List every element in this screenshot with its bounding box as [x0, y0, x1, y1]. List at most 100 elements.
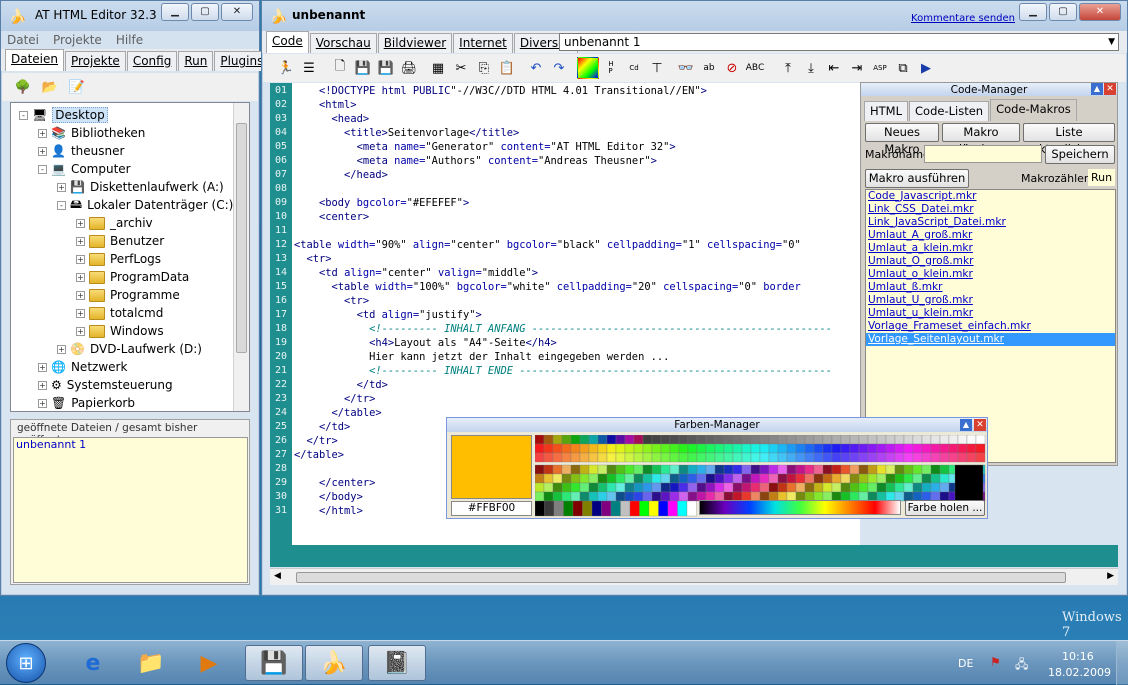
- macro-list-item[interactable]: Umlaut_o_klein.mkr: [866, 268, 1115, 281]
- palette-swatch[interactable]: [921, 464, 932, 475]
- palette-swatch[interactable]: [651, 435, 662, 445]
- palette-swatch[interactable]: [660, 464, 671, 475]
- palette-swatch[interactable]: [849, 464, 860, 475]
- palette-swatch[interactable]: [579, 452, 590, 463]
- palette-swatch[interactable]: [642, 452, 653, 463]
- palette-swatch[interactable]: [687, 473, 698, 484]
- code-line[interactable]: <!--------- INHALT ENDE ----------------…: [294, 364, 832, 378]
- palette-swatch[interactable]: [642, 473, 653, 484]
- palette-swatch[interactable]: [615, 435, 626, 445]
- palette-swatch[interactable]: [651, 491, 662, 502]
- new-document-icon[interactable]: 🗋: [329, 57, 351, 79]
- palette-swatch[interactable]: [858, 482, 869, 493]
- align-bottom-icon[interactable]: ⤓: [800, 57, 822, 79]
- color-manager-titlebar[interactable]: Farben-Manager ▲ ✕: [447, 418, 987, 432]
- palette-swatch[interactable]: [795, 435, 806, 445]
- palette-swatch[interactable]: [588, 443, 599, 454]
- palette-swatch[interactable]: [591, 500, 602, 517]
- palette-swatch[interactable]: [651, 473, 662, 484]
- palette-swatch[interactable]: [849, 452, 860, 463]
- palette-swatch[interactable]: [768, 473, 779, 484]
- code-line[interactable]: <h4>Layout als "A4"-Seite</h4>: [294, 336, 557, 350]
- expand-tree-icon[interactable]: +: [38, 146, 47, 156]
- palette-swatch[interactable]: [939, 464, 950, 475]
- palette-swatch[interactable]: [822, 435, 833, 445]
- palette-swatch[interactable]: [741, 464, 752, 475]
- menu-datei[interactable]: Datei: [7, 33, 39, 47]
- palette-swatch[interactable]: [831, 435, 842, 445]
- palette-swatch[interactable]: [687, 443, 698, 454]
- palette-swatch[interactable]: [705, 464, 716, 475]
- save-macro-button[interactable]: Speichern: [1045, 145, 1115, 164]
- html-php-basic-icon[interactable]: HP: [600, 57, 622, 79]
- palette-swatch[interactable]: [570, 482, 581, 493]
- tree-item[interactable]: + 🗑 Papierkorb: [38, 394, 135, 412]
- run-icon[interactable]: 🏃: [275, 57, 297, 79]
- palette-swatch[interactable]: [957, 452, 968, 463]
- palette-swatch[interactable]: [966, 452, 977, 463]
- palette-swatch[interactable]: [867, 452, 878, 463]
- tree-item[interactable]: + 👤 theusner: [38, 142, 124, 160]
- expand-tree-icon[interactable]: +: [76, 218, 85, 228]
- palette-swatch[interactable]: [840, 464, 851, 475]
- palette-swatch[interactable]: [588, 482, 599, 493]
- tree-item[interactable]: + Programme: [76, 286, 180, 304]
- palette-swatch[interactable]: [759, 443, 770, 454]
- palette-swatch[interactable]: [624, 491, 635, 502]
- palette-swatch[interactable]: [858, 443, 869, 454]
- palette-swatch[interactable]: [606, 443, 617, 454]
- code-line[interactable]: </body>: [294, 490, 363, 504]
- palette-swatch[interactable]: [768, 464, 779, 475]
- palette-swatch[interactable]: [831, 473, 842, 484]
- palette-swatch[interactable]: [930, 443, 941, 454]
- palette-swatch[interactable]: [804, 464, 815, 475]
- cut-icon[interactable]: ✂: [450, 57, 472, 79]
- palette-swatch[interactable]: [570, 452, 581, 463]
- palette-swatch[interactable]: [579, 435, 590, 445]
- palette-swatch[interactable]: [930, 473, 941, 484]
- open-folder-icon[interactable]: 📂: [39, 76, 61, 98]
- palette-swatch[interactable]: [795, 464, 806, 475]
- palette-swatch[interactable]: [660, 482, 671, 493]
- palette-swatch[interactable]: [759, 435, 770, 445]
- expand-tree-icon[interactable]: +: [76, 290, 85, 300]
- palette-swatch[interactable]: [921, 443, 932, 454]
- palette-swatch[interactable]: [750, 464, 761, 475]
- palette-swatch[interactable]: [579, 443, 590, 454]
- palette-swatch[interactable]: [615, 491, 626, 502]
- palette-swatch[interactable]: [867, 473, 878, 484]
- menu-projekte[interactable]: Projekte: [53, 33, 102, 47]
- palette-swatch[interactable]: [579, 491, 590, 502]
- palette-swatch[interactable]: [750, 452, 761, 463]
- palette-swatch[interactable]: [849, 473, 860, 484]
- palette-swatch[interactable]: [543, 435, 554, 445]
- replace-icon[interactable]: ab: [698, 57, 720, 79]
- collapse-tree-icon[interactable]: -: [38, 164, 47, 174]
- expand-tree-icon[interactable]: +: [76, 272, 85, 282]
- palette-swatch[interactable]: [543, 464, 554, 475]
- code-line[interactable]: <body bgcolor="#EFEFEF">: [294, 196, 469, 210]
- code-line[interactable]: <tr>: [294, 294, 369, 308]
- tab-run[interactable]: Run: [178, 51, 214, 71]
- palette-swatch[interactable]: [615, 482, 626, 493]
- expand-tree-icon[interactable]: +: [76, 254, 85, 264]
- palette-swatch[interactable]: [813, 435, 824, 445]
- code-line[interactable]: <table width="90%" align="center" bgcolo…: [294, 238, 801, 252]
- editor-titlebar[interactable]: 🍌 unbenannt Kommentare senden ▁ ▢ ✕: [262, 1, 1127, 31]
- palette-swatch[interactable]: [606, 491, 617, 502]
- palette-swatch[interactable]: [741, 473, 752, 484]
- palette-swatch[interactable]: [660, 452, 671, 463]
- palette-swatch[interactable]: [615, 473, 626, 484]
- palette-swatch[interactable]: [597, 435, 608, 445]
- align-left-icon[interactable]: ⇤: [823, 57, 845, 79]
- palette-swatch[interactable]: [696, 464, 707, 475]
- palette-swatch[interactable]: [786, 464, 797, 475]
- palette-swatch[interactable]: [696, 452, 707, 463]
- palette-swatch[interactable]: [705, 443, 716, 454]
- palette-swatch[interactable]: [804, 435, 815, 445]
- copy-icon[interactable]: ⎘: [473, 57, 495, 79]
- expand-tree-icon[interactable]: +: [38, 362, 47, 372]
- code-line[interactable]: </center>: [294, 476, 375, 490]
- palette-swatch[interactable]: [588, 464, 599, 475]
- palette-swatch[interactable]: [705, 452, 716, 463]
